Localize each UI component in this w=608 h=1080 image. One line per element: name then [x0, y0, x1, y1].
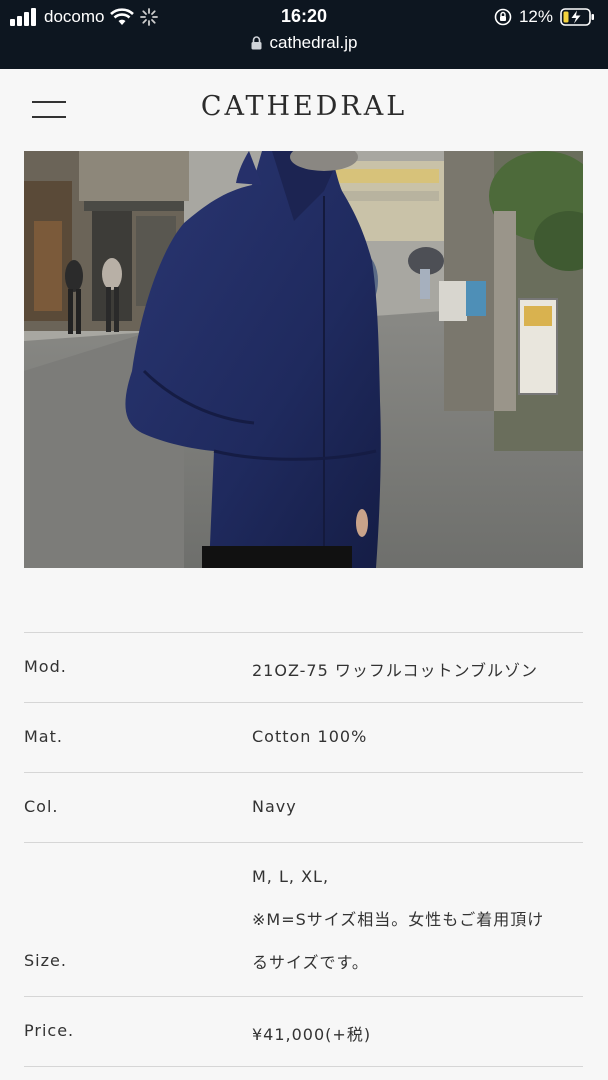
spec-table: Mod. 21OZ-75 ワッフルコットンブルゾン Mat. Cotton 10…	[24, 632, 583, 1067]
product-photo	[24, 151, 583, 568]
spec-row-price: Price. ¥41,000(+税)	[24, 997, 583, 1067]
status-right: 12%	[494, 6, 596, 28]
browser-chrome: docomo 16:20 12% cathedral.jp	[0, 0, 608, 69]
size-line-1: M, L, XL,	[252, 867, 330, 886]
spec-value-size: M, L, XL, ※M=Sサイズ相当。女性もご着用頂け るサイズです。	[252, 855, 582, 984]
battery-charging-icon	[560, 8, 594, 26]
spec-row-material: Mat. Cotton 100%	[24, 703, 583, 773]
spec-label-color: Col.	[24, 797, 59, 816]
spec-label-price: Price.	[24, 1021, 75, 1040]
battery-percent: 12%	[518, 7, 553, 26]
address-bar[interactable]: cathedral.jp	[0, 33, 608, 53]
spec-row-color: Col. Navy	[24, 773, 583, 843]
spec-value-material: Cotton 100%	[252, 727, 368, 746]
product-photo-illustration	[24, 151, 583, 568]
spec-row-model: Mod. 21OZ-75 ワッフルコットンブルゾン	[24, 633, 583, 703]
size-line-2: ※M=Sサイズ相当。女性もご着用頂け	[252, 910, 545, 929]
spec-value-price: ¥41,000(+税)	[252, 1025, 372, 1044]
spec-value-color: Navy	[252, 797, 297, 816]
site-logo[interactable]: CATHEDRAL	[0, 91, 608, 122]
url-text: cathedral.jp	[269, 33, 358, 52]
site-header: CATHEDRAL	[0, 69, 608, 151]
spec-label-size: Size.	[24, 951, 67, 970]
size-line-3: るサイズです。	[252, 953, 369, 972]
lock-icon	[251, 36, 262, 50]
spec-label-material: Mat.	[24, 727, 63, 746]
orientation-lock-icon	[494, 8, 512, 26]
spec-value-model: 21OZ-75 ワッフルコットンブルゾン	[252, 661, 539, 680]
spec-row-size: Size. M, L, XL, ※M=Sサイズ相当。女性もご着用頂け るサイズで…	[24, 843, 583, 997]
spec-label-model: Mod.	[24, 657, 67, 676]
